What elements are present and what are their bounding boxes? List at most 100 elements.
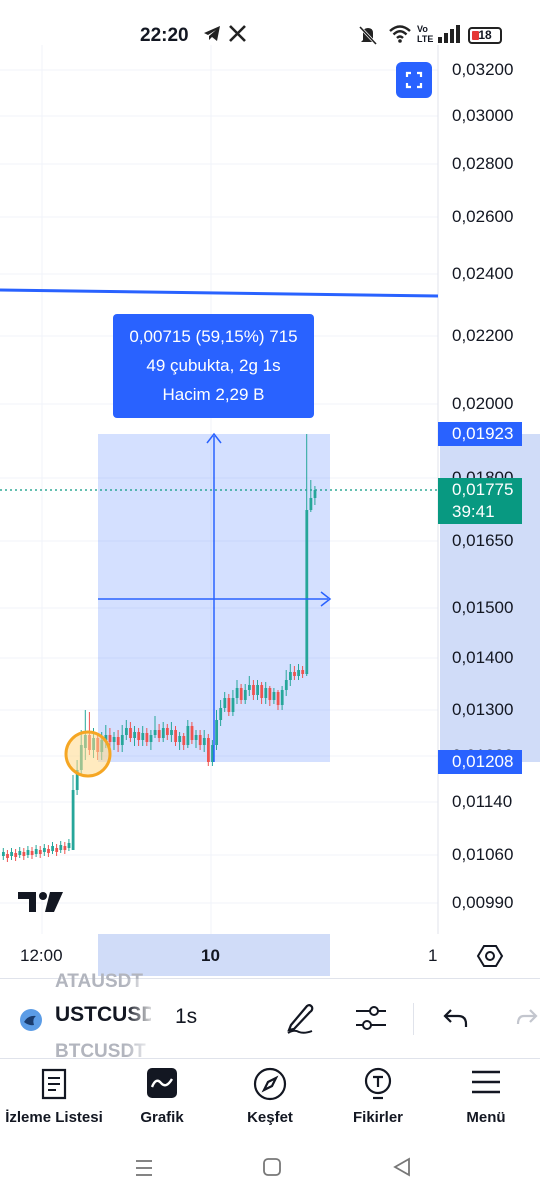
price-label: 0,03200 (452, 60, 514, 79)
redo-icon (516, 1009, 538, 1025)
measure-info-volume: Hacim 2,29 B (162, 385, 265, 404)
bar-countdown: 39:41 (452, 502, 495, 521)
settings-hexagon-icon (476, 945, 504, 967)
candle-body (227, 698, 231, 712)
candle-body (239, 688, 243, 700)
price-label: 0,02200 (452, 326, 514, 345)
candle-body (231, 698, 235, 712)
candle-body (309, 498, 313, 510)
nav-menu[interactable]: Menü (432, 1059, 540, 1139)
nav-ideas[interactable]: Fikirler (324, 1059, 432, 1139)
candle-body (67, 843, 71, 848)
candle (71, 775, 75, 850)
interval-selector[interactable]: 1s (175, 1005, 197, 1029)
candle-body (141, 733, 145, 740)
chart-settings-button[interactable] (476, 942, 504, 970)
indicators-button[interactable] (354, 1001, 388, 1040)
candle-body (313, 490, 317, 498)
time-label-1: 1 (428, 946, 438, 965)
price-label: 0,02400 (452, 264, 514, 283)
fullscreen-button[interactable] (396, 62, 432, 98)
candle-body (22, 852, 26, 856)
candle (43, 844, 46, 856)
price-label: 0,01060 (452, 845, 514, 864)
price-label: 0,01400 (452, 648, 514, 667)
candle-body (157, 730, 161, 738)
back-button[interactable] (392, 1157, 412, 1182)
candle-body (51, 846, 54, 851)
undo-button[interactable] (442, 1005, 470, 1036)
candle-body (268, 688, 272, 700)
recent-apps-icon (136, 1160, 152, 1176)
range-top-price: 0,01923 (452, 424, 514, 443)
horizontal-trendline[interactable] (0, 288, 439, 298)
compass-icon (253, 1067, 287, 1106)
price-label: 0,02800 (452, 154, 514, 173)
candle-body (43, 848, 46, 852)
candle-body (129, 728, 132, 738)
candle (59, 841, 63, 853)
ustc-coin-icon (18, 1007, 44, 1038)
candle-body (145, 733, 149, 742)
nav-chart[interactable]: Grafik (108, 1059, 216, 1139)
nav-label-ideas: Fikirler (352, 1109, 404, 1126)
candle (10, 848, 13, 860)
candle-body (161, 728, 165, 738)
candle-body (280, 690, 284, 705)
candle-body (305, 510, 309, 674)
time-label-10: 10 (201, 946, 220, 965)
measure-info-bars: 49 çubukta, 2g 1s (146, 356, 281, 375)
candle-body (186, 726, 190, 745)
system-navigation-bar (0, 1138, 540, 1200)
price-label: 0,03000 (452, 106, 514, 125)
price-label: 0,01650 (452, 531, 514, 550)
time-label-1200: 12:00 (20, 946, 63, 965)
home-icon (263, 1158, 281, 1176)
price-label: 0,01500 (452, 598, 514, 617)
watchlist-icon (39, 1067, 69, 1106)
candle (38, 846, 42, 858)
candle-body (153, 730, 157, 735)
home-button[interactable] (262, 1157, 282, 1182)
candle (6, 850, 9, 862)
candle-body (219, 708, 223, 720)
measure-info-change: 0,00715 (59,15%) 715 (129, 327, 298, 346)
candle (26, 846, 30, 858)
candle-body (198, 735, 202, 745)
candle-body (170, 730, 173, 735)
redo-button[interactable] (516, 1005, 540, 1036)
candle-body (125, 728, 128, 735)
candle-body (71, 790, 75, 850)
price-label: 0,02000 (452, 394, 514, 413)
candle (67, 839, 71, 851)
candle-body (166, 728, 169, 735)
chart-icon (146, 1067, 178, 1104)
recent-apps-button[interactable] (134, 1158, 154, 1183)
fullscreen-icon (405, 71, 423, 89)
candle (22, 848, 26, 860)
drawing-tools-button[interactable] (284, 999, 318, 1040)
candle (30, 847, 34, 859)
nav-label-explore: Keşfet (247, 1109, 293, 1126)
nav-label-chart: Grafik (140, 1109, 184, 1126)
candle-body (137, 732, 141, 740)
measure-info-box: 0,00715 (59,15%) 715 49 çubukta, 2g 1s H… (113, 314, 314, 418)
nav-watchlist[interactable]: İzleme Listesi (0, 1059, 108, 1139)
price-label: 0,01300 (452, 700, 514, 719)
price-label: 0,01140 (452, 792, 513, 811)
chart-toolbar: ATAUSDT BTCUSDT USTCUSDT 1s (0, 971, 540, 1062)
candle-body (133, 732, 136, 738)
candle-body (2, 852, 5, 856)
price-label: 0,02600 (452, 207, 514, 226)
highlight-circle-marker[interactable] (64, 730, 112, 778)
status-time: 22:20 (140, 25, 189, 46)
price-label: 0,00990 (452, 893, 514, 912)
candle-body (243, 690, 247, 700)
candle-body (284, 680, 288, 690)
candle-body (182, 736, 186, 745)
nav-explore[interactable]: Keşfet (216, 1059, 324, 1139)
candle (18, 847, 22, 858)
candle-body (174, 730, 177, 742)
candle-body (202, 738, 206, 745)
range-bottom-price: 0,01208 (452, 752, 514, 771)
